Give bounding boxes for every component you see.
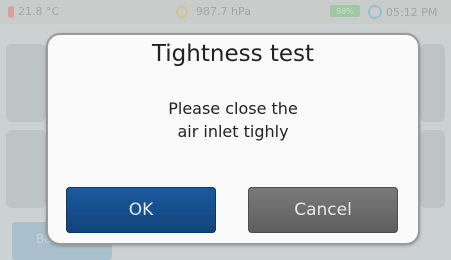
cancel-button[interactable]: Cancel xyxy=(248,187,398,233)
tightness-test-dialog: Tightness test Please close the air inle… xyxy=(46,33,420,245)
dialog-message: Please close the air inlet tighly xyxy=(48,97,418,143)
dialog-message-line: air inlet tighly xyxy=(177,122,289,141)
ok-button-label: OK xyxy=(128,200,154,220)
ok-button[interactable]: OK xyxy=(66,187,216,233)
cancel-button-label: Cancel xyxy=(294,200,352,220)
dialog-message-line: Please close the xyxy=(168,99,298,118)
dialog-title: Tightness test xyxy=(151,41,315,67)
